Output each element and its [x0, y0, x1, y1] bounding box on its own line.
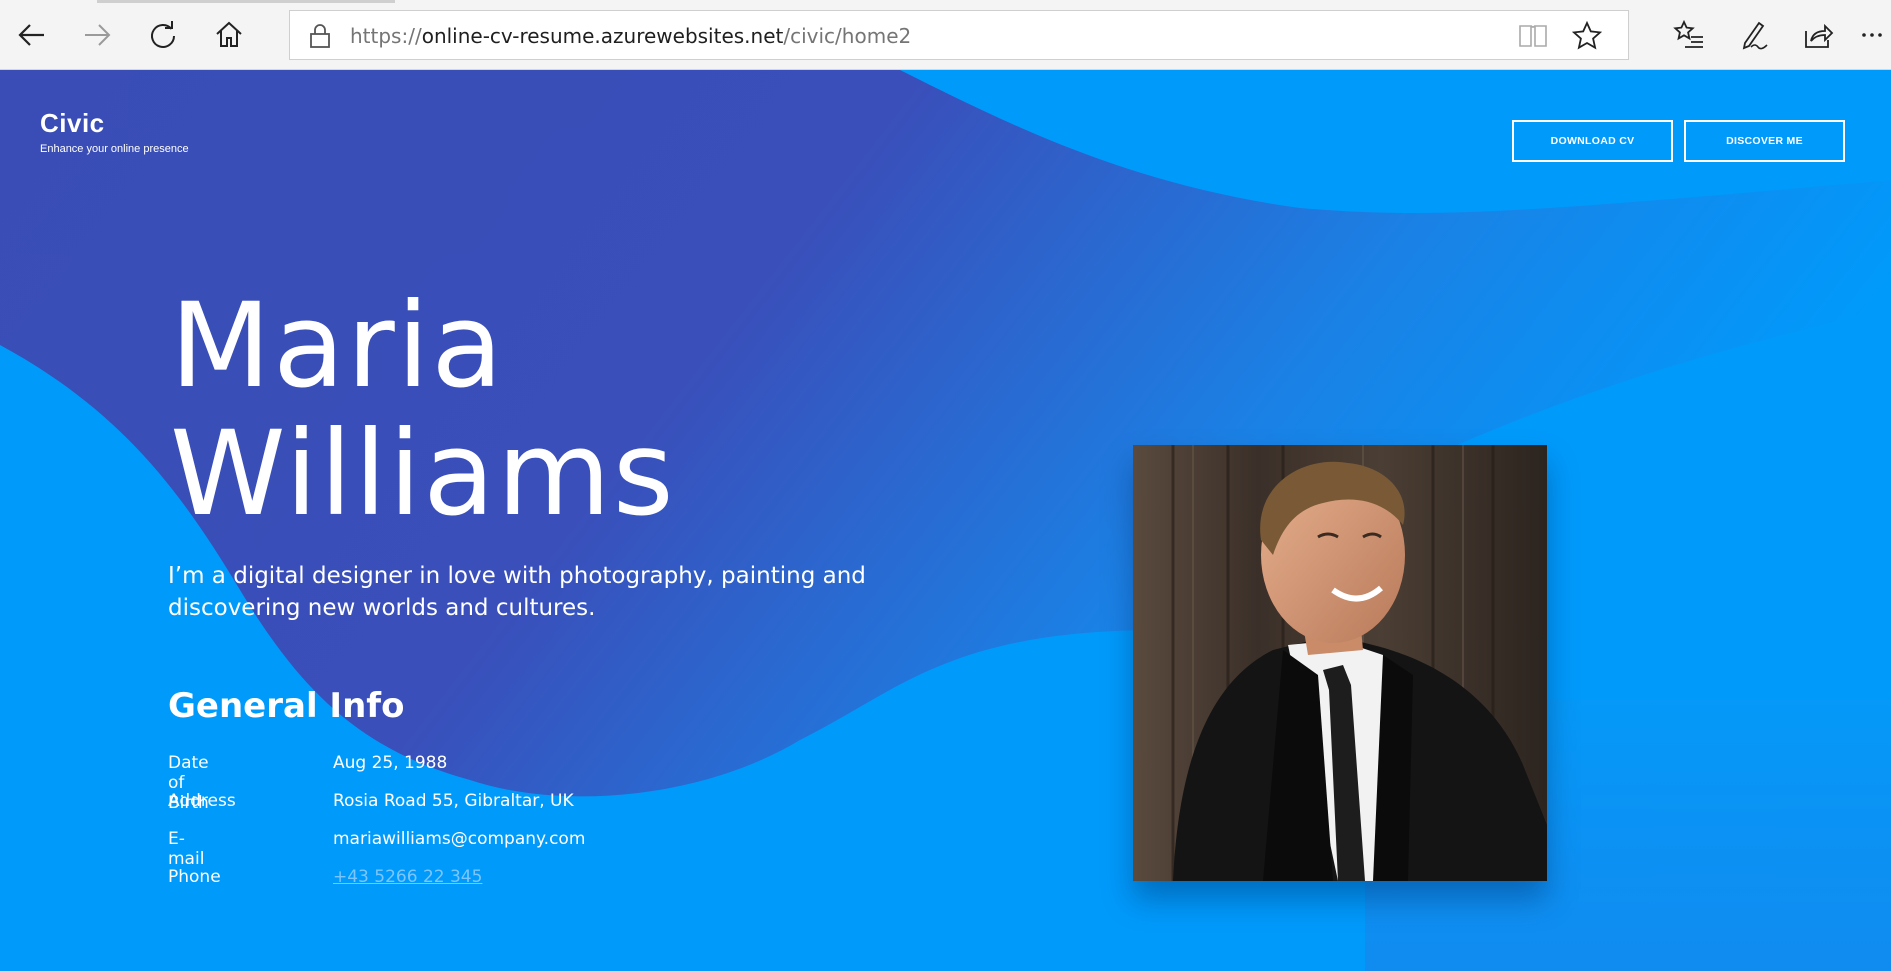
- share-button[interactable]: [1798, 15, 1838, 55]
- download-cv-button[interactable]: DOWNLOAD CV: [1512, 120, 1673, 162]
- url-text[interactable]: https://online-cv-resume.azurewebsites.n…: [350, 24, 911, 48]
- last-name: Williams: [170, 405, 676, 542]
- share-icon: [1805, 23, 1834, 48]
- forward-icon: [85, 24, 111, 46]
- browser-toolbar: https://online-cv-resume.azurewebsites.n…: [0, 0, 1891, 70]
- favorite-star-icon[interactable]: [1572, 21, 1602, 51]
- brand-name: Civic: [40, 108, 105, 138]
- url-host: online-cv-resume.azurewebsites.net: [421, 24, 784, 48]
- refresh-button[interactable]: [141, 15, 185, 55]
- url-path: /civic/home2: [783, 24, 912, 48]
- reading-view-icon[interactable]: [1518, 23, 1548, 49]
- notes-pen-icon: [1742, 21, 1768, 50]
- more-icon: [1862, 33, 1882, 37]
- info-label: Phone: [168, 867, 221, 887]
- url-scheme: https://: [350, 24, 422, 48]
- refresh-icon: [151, 21, 175, 48]
- back-icon: [18, 24, 44, 46]
- lock-icon: [310, 24, 330, 48]
- info-value: Rosia Road 55, Gibraltar, UK: [333, 791, 574, 811]
- home-icon: [216, 21, 242, 47]
- discover-me-button[interactable]: DISCOVER ME: [1684, 120, 1845, 162]
- address-bar[interactable]: https://online-cv-resume.azurewebsites.n…: [289, 10, 1629, 60]
- info-value: mariawilliams@company.com: [333, 829, 586, 849]
- first-name: Maria: [170, 277, 505, 414]
- notes-button[interactable]: [1735, 15, 1775, 55]
- home-button[interactable]: [207, 15, 251, 55]
- intro-text: I’m a digital designer in love with phot…: [168, 563, 866, 621]
- favorites-list-icon: [1673, 19, 1703, 48]
- info-value: Aug 25, 1988: [333, 753, 448, 773]
- general-info-title: General Info: [168, 686, 405, 726]
- site-logo[interactable]: Civic Enhance your online presence: [40, 108, 189, 155]
- profile-photo: [1133, 445, 1547, 881]
- brand-tagline: Enhance your online presence: [40, 143, 189, 155]
- forward-button[interactable]: [75, 15, 119, 55]
- page-content: Civic Enhance your online presence DOWNL…: [0, 70, 1891, 971]
- more-button[interactable]: [1856, 15, 1888, 55]
- hero-name: Maria Williams: [170, 282, 676, 538]
- info-label: E-mail: [168, 829, 205, 869]
- portrait-image: [1133, 445, 1547, 881]
- phone-link[interactable]: +43 5266 22 345: [333, 867, 482, 887]
- info-label: Address: [168, 791, 236, 811]
- favorites-button[interactable]: [1669, 15, 1709, 55]
- back-button[interactable]: [10, 15, 54, 55]
- active-tab-indicator: [97, 0, 395, 3]
